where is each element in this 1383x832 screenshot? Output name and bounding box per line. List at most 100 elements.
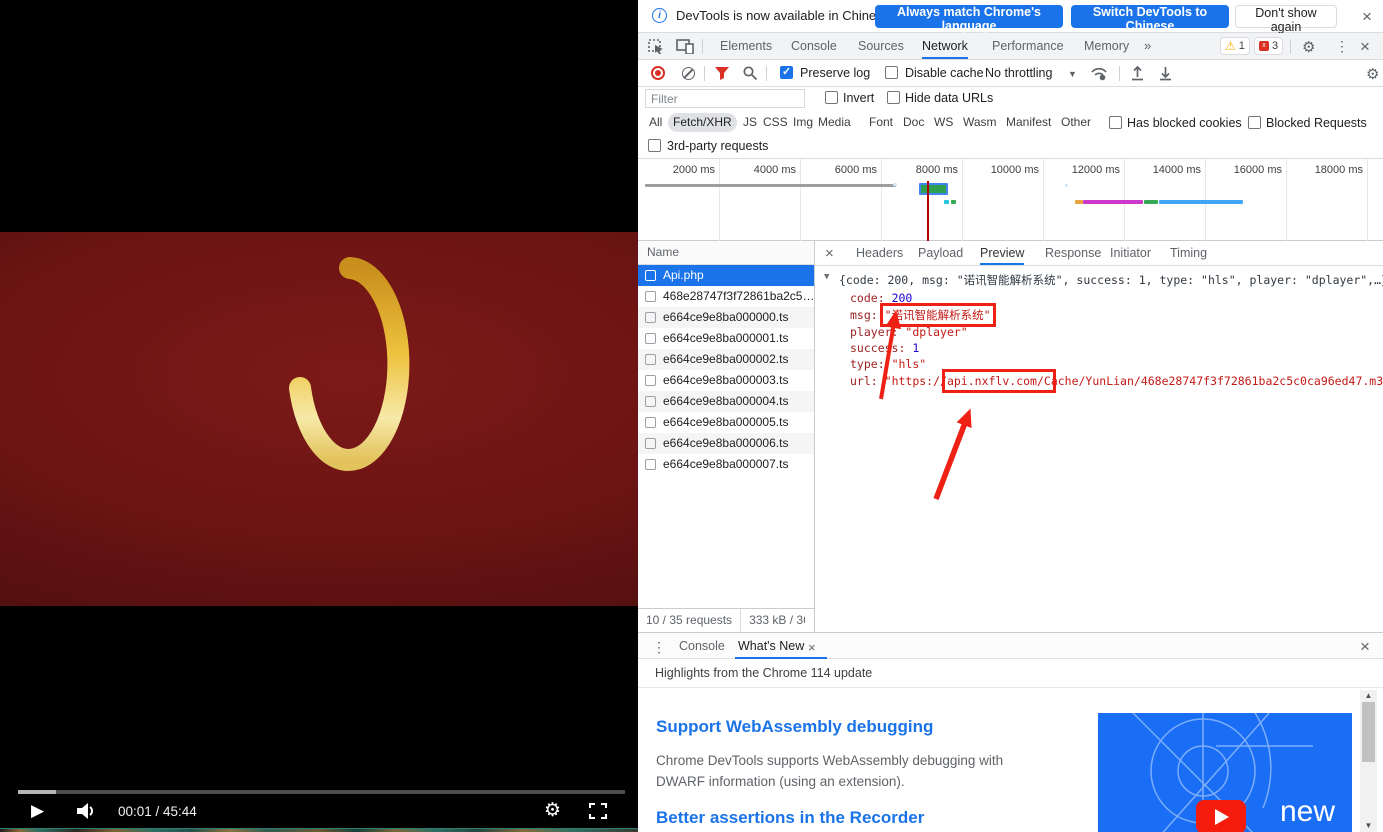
- settings-gear-icon[interactable]: ⚙: [1302, 38, 1315, 56]
- json-preview-tree[interactable]: ▼ {code: 200, msg: "诺讯智能解析系统", success: …: [815, 241, 1383, 632]
- type-filter-media[interactable]: Media: [813, 113, 856, 132]
- request-row[interactable]: e664ce9e8ba000005.ts: [638, 412, 815, 433]
- export-har-icon[interactable]: [1158, 66, 1173, 81]
- throttling-select[interactable]: No throttling: [985, 66, 1052, 80]
- row-checkbox[interactable]: [645, 396, 656, 407]
- tab-memory[interactable]: Memory: [1084, 33, 1129, 59]
- whats-new-heading-wasm[interactable]: Support WebAssembly debugging: [656, 717, 933, 737]
- whats-new-heading-recorder[interactable]: Better assertions in the Recorder: [656, 808, 924, 828]
- tab-performance[interactable]: Performance: [992, 33, 1064, 59]
- whats-new-video-thumbnail[interactable]: new: [1098, 713, 1352, 832]
- issues-badge[interactable]: x 3: [1254, 37, 1283, 55]
- row-checkbox[interactable]: [645, 291, 656, 302]
- preserve-log-label[interactable]: Preserve log: [800, 66, 870, 80]
- whats-new-tab-close-icon[interactable]: ×: [808, 639, 816, 656]
- warnings-badge[interactable]: ⚠ 1: [1220, 37, 1250, 55]
- request-row[interactable]: e664ce9e8ba000004.ts: [638, 391, 815, 412]
- third-party-checkbox[interactable]: [648, 139, 661, 152]
- video-player[interactable]: ▶ 00:01 / 45:44 ⚙: [0, 0, 638, 832]
- invert-label[interactable]: Invert: [843, 91, 874, 105]
- scroll-up-icon[interactable]: ▲: [1360, 690, 1377, 702]
- network-overview[interactable]: 2000 ms 4000 ms 6000 ms 8000 ms 10000 ms…: [638, 159, 1383, 241]
- request-row[interactable]: e664ce9e8ba000006.ts: [638, 433, 815, 454]
- invert-checkbox[interactable]: [825, 91, 838, 104]
- request-row[interactable]: 468e28747f3f72861ba2c5…: [638, 286, 815, 307]
- notification-close-icon[interactable]: ×: [1362, 8, 1372, 25]
- type-filter-other[interactable]: Other: [1056, 113, 1096, 132]
- network-conditions-icon[interactable]: [1090, 66, 1108, 81]
- more-tabs-chevron[interactable]: »: [1144, 33, 1151, 59]
- row-checkbox[interactable]: [645, 333, 656, 344]
- divider: [1290, 39, 1291, 54]
- tab-elements[interactable]: Elements: [720, 33, 772, 59]
- has-blocked-cookies-checkbox[interactable]: [1109, 116, 1122, 129]
- overview-tick: 10000 ms: [963, 159, 1044, 241]
- scrollbar-thumb[interactable]: [1362, 702, 1375, 762]
- row-checkbox[interactable]: [645, 417, 656, 428]
- overview-tick: 2000 ms: [638, 159, 720, 241]
- tab-sources[interactable]: Sources: [858, 33, 904, 59]
- dont-show-again-button[interactable]: Don't show again: [1235, 5, 1337, 28]
- switch-devtools-chinese-button[interactable]: Switch DevTools to Chinese: [1071, 5, 1229, 28]
- request-row[interactable]: e664ce9e8ba000007.ts: [638, 454, 815, 475]
- type-filter-doc[interactable]: Doc: [898, 113, 929, 132]
- third-party-label[interactable]: 3rd-party requests: [667, 139, 768, 153]
- drawer-close-icon[interactable]: ×: [1360, 638, 1370, 655]
- filter-icon[interactable]: [715, 67, 729, 80]
- row-checkbox[interactable]: [645, 270, 656, 281]
- type-filter-all[interactable]: All: [644, 113, 667, 132]
- video-progress-bar[interactable]: [18, 790, 625, 794]
- name-column-header[interactable]: Name: [638, 241, 815, 265]
- hide-data-urls-label[interactable]: Hide data URLs: [905, 91, 993, 105]
- kebab-menu-icon[interactable]: ⋮: [1335, 38, 1349, 55]
- hide-data-urls-checkbox[interactable]: [887, 91, 900, 104]
- row-checkbox[interactable]: [645, 459, 656, 470]
- row-checkbox[interactable]: [645, 312, 656, 323]
- scroll-down-icon[interactable]: ▼: [1360, 820, 1377, 832]
- type-filter-font[interactable]: Font: [864, 113, 898, 132]
- request-row[interactable]: e664ce9e8ba000001.ts: [638, 328, 815, 349]
- type-filter-wasm[interactable]: Wasm: [958, 113, 1002, 132]
- drawer-tab-whats-new[interactable]: What's New: [738, 633, 804, 659]
- always-match-language-button[interactable]: Always match Chrome's language: [875, 5, 1063, 28]
- request-row[interactable]: e664ce9e8ba000002.ts: [638, 349, 815, 370]
- inspect-icon[interactable]: [648, 39, 664, 54]
- disable-cache-checkbox[interactable]: [885, 66, 898, 79]
- tab-console[interactable]: Console: [791, 33, 837, 59]
- type-filter-manifest[interactable]: Manifest: [1001, 113, 1056, 132]
- drawer-tab-console[interactable]: Console: [679, 633, 725, 659]
- record-network-log-icon[interactable]: [651, 66, 665, 80]
- youtube-play-button[interactable]: [1196, 800, 1246, 832]
- blocked-requests-label[interactable]: Blocked Requests: [1266, 116, 1367, 130]
- play-button[interactable]: ▶: [31, 801, 44, 821]
- devtools-close-icon[interactable]: ×: [1360, 38, 1370, 55]
- disable-cache-label[interactable]: Disable cache: [905, 66, 984, 80]
- network-settings-gear-icon[interactable]: ⚙: [1366, 65, 1379, 83]
- type-filter-ws[interactable]: WS: [929, 113, 958, 132]
- throttling-caret-icon[interactable]: ▼: [1068, 69, 1077, 79]
- row-checkbox[interactable]: [645, 438, 656, 449]
- tab-network[interactable]: Network: [922, 33, 968, 59]
- row-checkbox[interactable]: [645, 354, 656, 365]
- preview-root-line[interactable]: {code: 200, msg: "诺讯智能解析系统", success: 1,…: [839, 272, 1383, 288]
- device-toolbar-icon[interactable]: [676, 39, 694, 54]
- volume-icon[interactable]: [76, 802, 96, 820]
- request-row[interactable]: e664ce9e8ba000000.ts: [638, 307, 815, 328]
- row-checkbox[interactable]: [645, 375, 656, 386]
- search-icon[interactable]: [743, 66, 757, 80]
- preserve-log-checkbox[interactable]: [780, 66, 793, 79]
- request-row[interactable]: e664ce9e8ba000003.ts: [638, 370, 815, 391]
- request-row-api-php[interactable]: Api.php: [638, 265, 815, 286]
- video-settings-icon[interactable]: ⚙: [544, 801, 561, 820]
- whats-new-scrollbar[interactable]: ▲ ▼: [1360, 690, 1377, 832]
- has-blocked-cookies-label[interactable]: Has blocked cookies: [1127, 116, 1242, 130]
- disclosure-triangle-icon[interactable]: ▼: [824, 272, 829, 282]
- filter-input[interactable]: [645, 89, 805, 108]
- clear-network-log-icon[interactable]: [682, 67, 695, 80]
- fullscreen-icon[interactable]: [589, 803, 607, 819]
- import-har-icon[interactable]: [1130, 66, 1145, 81]
- warning-icon: ⚠: [1225, 39, 1236, 53]
- type-filter-fetch-xhr[interactable]: Fetch/XHR: [668, 113, 737, 132]
- blocked-requests-checkbox[interactable]: [1248, 116, 1261, 129]
- drawer-kebab-icon[interactable]: ⋮: [652, 639, 666, 656]
